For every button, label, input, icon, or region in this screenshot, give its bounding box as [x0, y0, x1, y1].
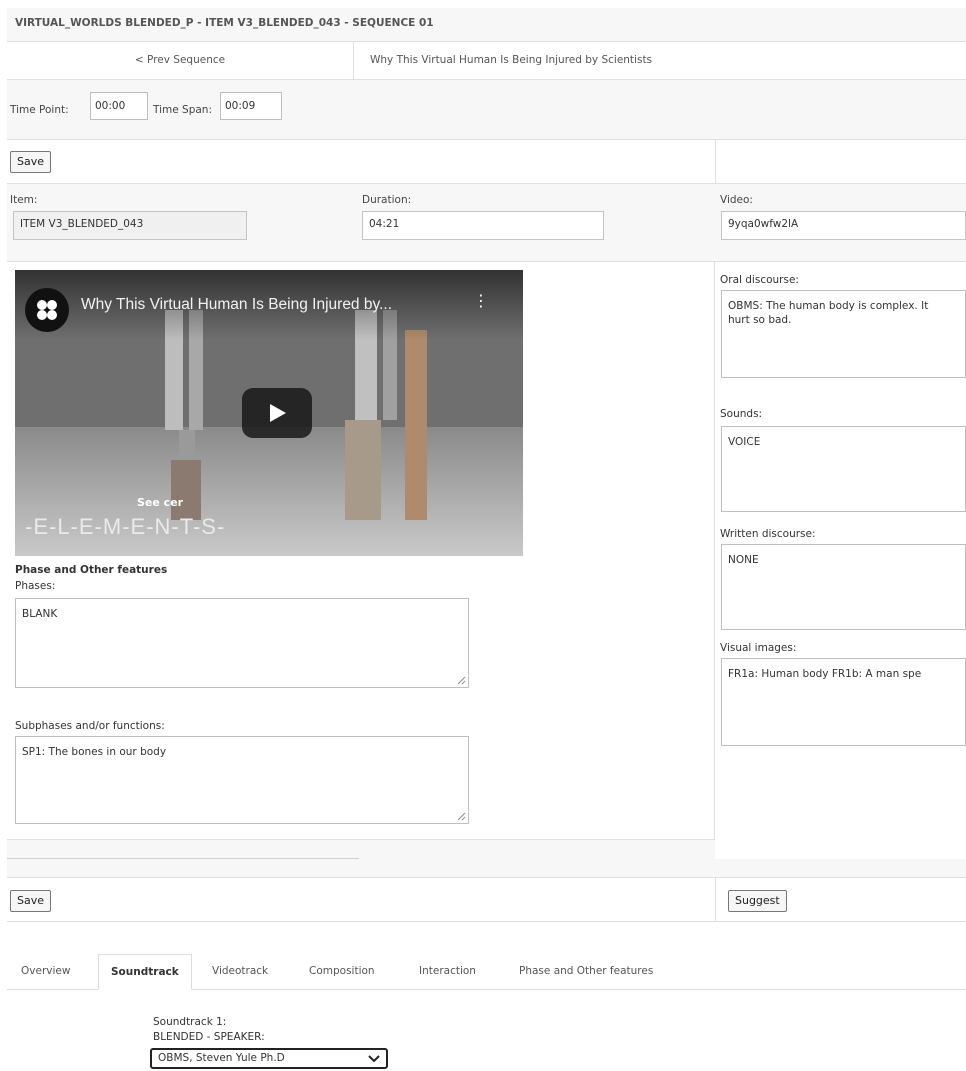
time-controls: Time Point: Time Span: [7, 80, 966, 140]
subphases-value: SP1: The bones in our body [22, 746, 167, 758]
soundtrack-subtitle: BLENDED - SPEAKER: [153, 1031, 265, 1043]
written-discourse-label: Written discourse: [720, 528, 816, 540]
page-header: VIRTUAL_WORLDS BLENDED_P - ITEM V3_BLEND… [7, 8, 966, 42]
tab-videotrack[interactable]: Videotrack [200, 954, 280, 990]
video-player[interactable]: Why This Virtual Human Is Being Injured … [15, 270, 523, 556]
spacer-row [7, 840, 966, 878]
visual-images-label: Visual images: [720, 642, 797, 654]
save-button-top[interactable]: Save [10, 151, 52, 173]
play-button[interactable] [242, 388, 312, 438]
video-brand-text: -E-L-E-M-E-N-T-S- [25, 514, 226, 539]
time-point-input[interactable] [90, 92, 148, 120]
video-label: Video: [720, 194, 753, 206]
page-title: VIRTUAL_WORLDS BLENDED_P - ITEM V3_BLEND… [15, 17, 434, 29]
item-field[interactable]: ITEM V3_BLENDED_043 [13, 211, 247, 240]
oral-discourse-textarea[interactable]: OBMS: The human body is complex. It hurt… [721, 290, 966, 378]
speaker-select-value: OBMS, Steven Yule Ph.D [158, 1052, 285, 1064]
oral-discourse-label: Oral discourse: [720, 274, 799, 286]
resize-handle-icon[interactable] [456, 675, 466, 685]
time-span-input[interactable] [220, 92, 282, 120]
tab-interaction[interactable]: Interaction [407, 954, 488, 990]
tab-phase-and-other-features[interactable]: Phase and Other features [507, 954, 665, 990]
sequence-title: Why This Virtual Human Is Being Injured … [370, 54, 653, 66]
tab-bar: Overview Soundtrack Videotrack Compositi… [7, 950, 966, 990]
phases-label: Phases: [15, 580, 56, 592]
item-fields: Item: ITEM V3_BLENDED_043 Duration: 04:2… [7, 184, 966, 262]
page: VIRTUAL_WORLDS BLENDED_P - ITEM V3_BLEND… [0, 0, 966, 1071]
soundtrack-title: Soundtrack 1: [153, 1016, 227, 1028]
save-button-bottom[interactable]: Save [10, 890, 52, 912]
speaker-select[interactable]: OBMS, Steven Yule Ph.D [150, 1048, 388, 1069]
sounds-label: Sounds: [720, 408, 763, 420]
top-save-row: Save [7, 140, 966, 184]
play-icon [270, 404, 286, 422]
prev-sequence-link[interactable]: < Prev Sequence [7, 42, 354, 79]
duration-label: Duration: [362, 194, 412, 206]
divider [715, 878, 716, 922]
spacer-white [715, 840, 966, 859]
more-options-icon[interactable]: ⋮ [473, 293, 489, 318]
resize-handle-icon[interactable] [456, 811, 466, 821]
tab-soundtrack[interactable]: Soundtrack [98, 954, 192, 990]
item-label: Item: [10, 194, 38, 206]
video-overlay-text: See cer [137, 496, 184, 509]
sequence-nav: < Prev Sequence Why This Virtual Human I… [7, 42, 966, 80]
tab-composition[interactable]: Composition [297, 954, 387, 990]
written-discourse-textarea[interactable]: NONE [721, 544, 966, 630]
phases-textarea[interactable]: BLANK [15, 598, 469, 688]
tab-overview[interactable]: Overview [9, 954, 82, 990]
subphases-textarea[interactable]: SP1: The bones in our body [15, 736, 469, 824]
suggest-button[interactable]: Suggest [728, 890, 787, 912]
channel-logo-icon[interactable] [25, 288, 69, 332]
divider-line [7, 858, 359, 859]
subphases-label: Subphases and/or functions: [15, 720, 165, 732]
left-panel: Why This Virtual Human Is Being Injured … [7, 262, 715, 840]
video-id-field[interactable]: 9yqa0wfw2lA [721, 211, 966, 240]
video-title[interactable]: Why This Virtual Human Is Being Injured … [81, 296, 392, 314]
duration-field[interactable]: 04:21 [362, 211, 604, 240]
right-panel: Oral discourse: OBMS: The human body is … [715, 262, 966, 840]
divider [715, 140, 716, 184]
chevron-down-icon [368, 1055, 380, 1063]
time-span-label: Time Span: [153, 104, 212, 116]
phase-section-title: Phase and Other features [15, 564, 168, 576]
sounds-textarea[interactable]: VOICE [721, 426, 966, 512]
time-point-label: Time Point: [10, 104, 69, 116]
visual-images-textarea[interactable]: FR1a: Human body FR1b: A man spe [721, 658, 966, 746]
phases-value: BLANK [22, 608, 58, 620]
bottom-save-row: Save Suggest [7, 878, 966, 922]
